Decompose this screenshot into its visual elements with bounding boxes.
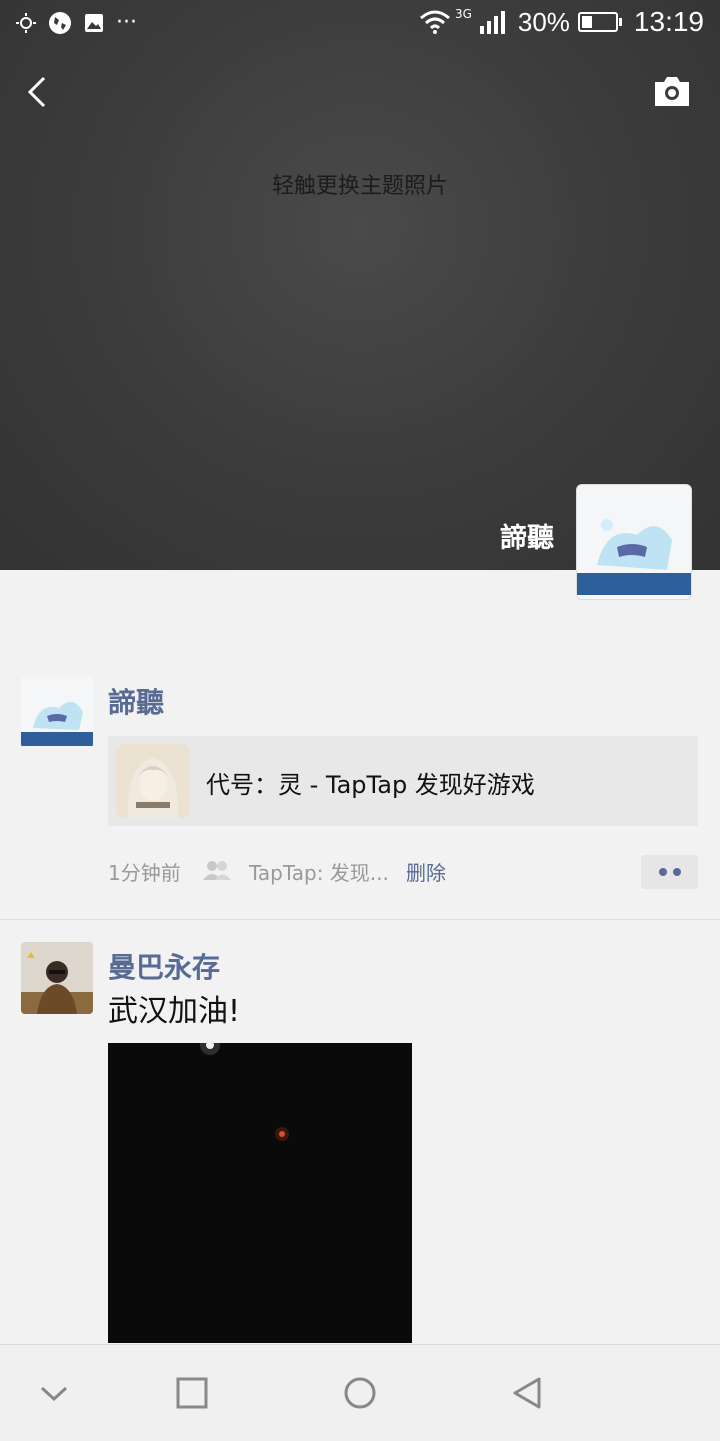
avatar-image <box>577 485 691 599</box>
friends-visibility-icon <box>203 861 231 880</box>
more-notifications-icon: ··· <box>116 10 137 35</box>
recents-icon[interactable] <box>170 1371 214 1415</box>
delete-button[interactable]: 删除 <box>406 857 446 886</box>
avatar-image <box>21 942 93 1014</box>
signal-icon <box>479 11 505 34</box>
back-arrow-icon[interactable] <box>20 72 56 112</box>
post-source[interactable]: TapTap: 发现... <box>249 857 389 886</box>
avatar-image <box>21 676 93 748</box>
shared-link-title: 代号：灵 - TapTap 发现好游戏 <box>206 771 535 799</box>
night-sky-image <box>108 1043 412 1343</box>
post-time: 1分钟前 <box>108 861 181 885</box>
post-text: 武汉加油! <box>108 994 241 1029</box>
battery-percent: 30% <box>517 6 570 37</box>
post-photo[interactable] <box>108 1043 412 1343</box>
more-actions-button[interactable] <box>641 855 698 889</box>
cover-avatar[interactable] <box>576 484 692 600</box>
network-type: 3G <box>454 7 472 21</box>
avatar[interactable] <box>21 942 93 1014</box>
game-thumbnail <box>116 744 190 818</box>
home-icon[interactable] <box>338 1371 382 1415</box>
cover-user-name: 諦聽 <box>500 523 554 554</box>
post-user-name[interactable]: 諦聽 <box>108 681 164 721</box>
clock: 13:19 <box>633 6 704 37</box>
avatar[interactable] <box>21 676 93 748</box>
shared-link-card[interactable]: 代号：灵 - TapTap 发现好游戏 <box>108 736 698 826</box>
system-nav-bar <box>0 1344 720 1441</box>
change-cover-hint[interactable]: 轻触更换主题照片 <box>0 168 720 200</box>
image-icon <box>85 13 103 32</box>
hide-nav-icon[interactable] <box>32 1371 76 1415</box>
wifi-icon <box>419 10 450 34</box>
back-icon[interactable] <box>505 1371 549 1415</box>
brightness-icon <box>16 12 36 33</box>
camera-icon[interactable] <box>652 74 692 108</box>
divider <box>0 919 720 920</box>
globe-icon <box>49 11 71 34</box>
battery-icon <box>577 12 622 32</box>
status-bar: ··· 3G 30% 13:19 <box>0 0 720 50</box>
post-user-name[interactable]: 曼巴永存 <box>108 946 220 986</box>
